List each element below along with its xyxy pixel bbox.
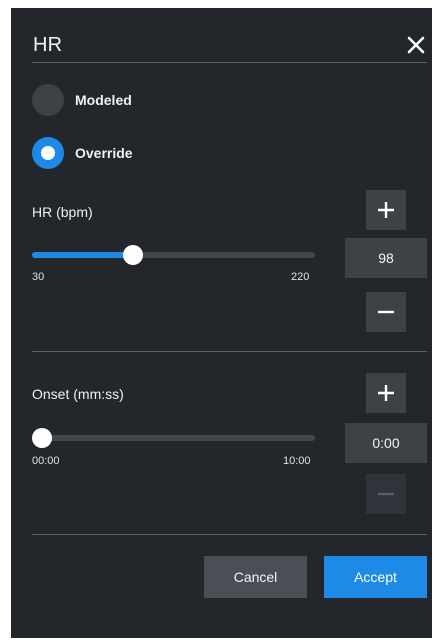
dialog-title: HR [33, 34, 63, 56]
hr-slider-fill [32, 252, 134, 258]
hr-decrement-button[interactable] [366, 292, 406, 332]
onset-decrement-button[interactable] [366, 474, 406, 514]
radio-selected-dot [41, 146, 55, 160]
radio-modeled-label: Modeled [75, 92, 132, 108]
onset-min-label: 00:00 [32, 455, 60, 467]
hr-max-label: 220 [291, 271, 310, 283]
accept-button[interactable]: Accept [324, 556, 427, 598]
title-divider [32, 62, 427, 63]
plus-icon [378, 385, 394, 401]
footer-divider [32, 534, 427, 535]
hr-dialog: HR Modeled Override HR (bpm) 98 30 220 O… [11, 8, 432, 638]
onset-slider-track [32, 435, 315, 441]
hr-value-field[interactable]: 98 [345, 238, 427, 278]
close-icon[interactable] [403, 32, 429, 58]
minus-icon [378, 310, 394, 314]
minus-icon [378, 492, 394, 496]
cancel-button[interactable]: Cancel [204, 556, 307, 598]
radio-override-label: Override [75, 145, 133, 161]
onset-slider[interactable] [32, 426, 315, 450]
onset-value-field[interactable]: 0:00 [345, 423, 427, 463]
radio-override-circle[interactable] [32, 137, 64, 169]
radio-override[interactable]: Override [32, 137, 133, 169]
hr-increment-button[interactable] [366, 190, 406, 230]
section-divider [32, 351, 427, 352]
onset-increment-button[interactable] [366, 373, 406, 413]
hr-label: HR (bpm) [32, 204, 93, 220]
radio-modeled[interactable]: Modeled [32, 84, 132, 116]
onset-max-label: 10:00 [283, 455, 311, 467]
onset-label: Onset (mm:ss) [32, 386, 124, 402]
hr-slider-thumb[interactable] [123, 245, 144, 265]
onset-slider-thumb[interactable] [32, 428, 52, 448]
radio-modeled-circle[interactable] [32, 84, 64, 116]
plus-icon [378, 202, 394, 218]
hr-slider[interactable] [32, 243, 315, 267]
hr-min-label: 30 [32, 271, 45, 283]
